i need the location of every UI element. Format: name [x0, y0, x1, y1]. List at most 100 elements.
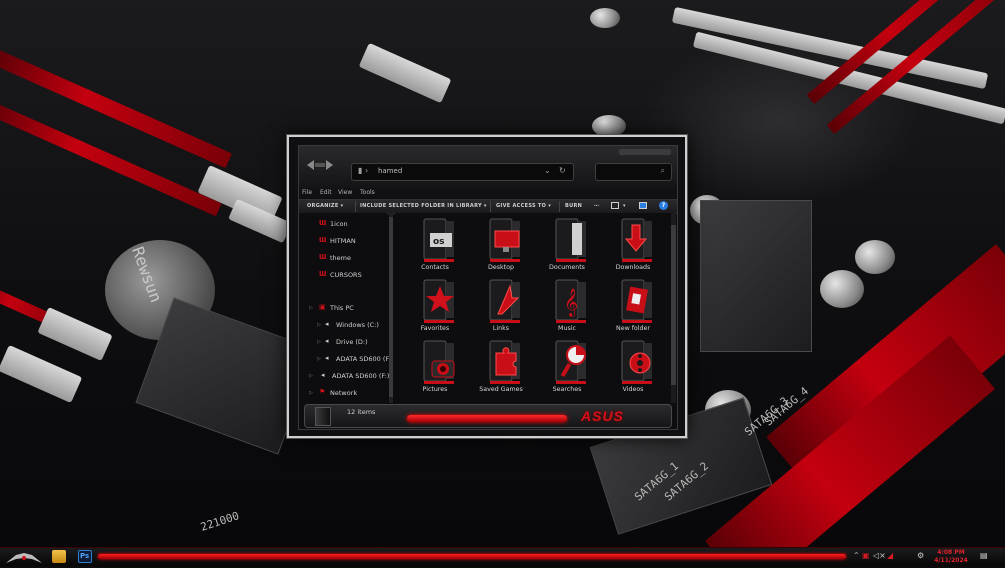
drive-icon: ◂: [325, 337, 329, 345]
explorer-window[interactable]: ▮ › hamed ⌄ ↻ ⌕ File Edit View Tools ORG…: [287, 135, 687, 438]
command-bar: ORGANIZE ▾ INCLUDE SELECTED FOLDER IN LI…: [299, 199, 677, 214]
navigation-arrows-icon: [307, 160, 333, 170]
favorites-folder-icon: [423, 279, 454, 323]
include-in-library-button[interactable]: INCLUDE SELECTED FOLDER IN LIBRARY ▾: [360, 203, 487, 209]
back-forward-buttons[interactable]: [305, 158, 335, 172]
folder-music[interactable]: 𝄞 Music: [537, 276, 597, 336]
svg-text:𝄞: 𝄞: [564, 288, 578, 317]
organize-button[interactable]: ORGANIZE ▾: [307, 203, 343, 209]
taskbar-clock[interactable]: 4:08 PM 4/11/2024: [930, 549, 972, 565]
search-icon: ⌕: [660, 166, 665, 175]
folder-label: Videos: [622, 386, 644, 393]
separator: [355, 201, 356, 212]
refresh-icon[interactable]: ↻: [559, 166, 566, 175]
window-controls[interactable]: [619, 149, 671, 155]
view-dropdown-icon[interactable]: ▾: [623, 203, 626, 209]
show-hidden-icons[interactable]: ⌃: [853, 551, 860, 560]
nav-item-label: HITMAN: [330, 237, 356, 245]
photoshop-label: Ps: [80, 552, 90, 560]
content-scrollbar-thumb[interactable]: [671, 225, 676, 385]
expand-arrow-icon[interactable]: ▷: [309, 390, 313, 396]
content-scrollbar[interactable]: [671, 213, 676, 403]
wallpaper-chip-label: 221000: [198, 509, 241, 534]
folder-label: Saved Games: [479, 386, 523, 393]
wallpaper-capacitor: [592, 115, 626, 137]
start-button[interactable]: [2, 549, 46, 565]
menu-file[interactable]: File: [302, 189, 312, 196]
nav-scrollbar-thumb[interactable]: [389, 217, 393, 397]
nav-item-label: ADATA SD600 (F:): [336, 355, 394, 363]
links-folder-icon: [489, 279, 520, 323]
folder-contacts[interactable]: os Contacts: [405, 215, 465, 275]
nav-item-label: Drive (D:): [336, 338, 368, 346]
notification-center-icon[interactable]: ▤: [980, 551, 990, 561]
more-options-icon[interactable]: ⋯: [594, 203, 599, 209]
expand-arrow-icon[interactable]: ▷: [309, 373, 313, 379]
preview-pane-icon[interactable]: [639, 202, 647, 209]
give-access-button[interactable]: GIVE ACCESS TO ▾: [496, 203, 551, 209]
folder-label: Favorites: [420, 325, 450, 332]
help-icon[interactable]: ?: [659, 201, 668, 210]
folder-favorites[interactable]: Favorites: [405, 276, 465, 336]
menu-view[interactable]: View: [338, 189, 352, 196]
nav-scrollbar[interactable]: [389, 213, 393, 403]
wallpaper-capacitor: [590, 8, 620, 28]
folder-label: New folder: [615, 325, 650, 332]
settings-tray-icon[interactable]: ⚙: [917, 551, 924, 560]
folder-links[interactable]: Links: [471, 276, 531, 336]
wallpaper-slot-latch: [0, 344, 83, 404]
burn-button[interactable]: BURN: [565, 203, 582, 209]
contacts-folder-icon: os: [423, 218, 454, 262]
view-mode-icon[interactable]: [611, 202, 619, 209]
expand-arrow-icon[interactable]: ▷: [317, 339, 321, 345]
folder-searches[interactable]: Searches: [537, 337, 597, 397]
folder-downloads[interactable]: Downloads: [603, 215, 663, 275]
expand-arrow-icon[interactable]: ▷: [317, 322, 321, 328]
folder-label: Downloads: [615, 264, 651, 271]
wallpaper-slot-latch: [37, 306, 113, 362]
folder-icon: Ɯ: [319, 270, 327, 278]
wallpaper-capacitor: [855, 240, 895, 274]
organize-label: ORGANIZE: [307, 203, 339, 209]
folder-saved-games[interactable]: Saved Games: [471, 337, 531, 397]
details-pane: 12 items ASUS: [304, 404, 672, 428]
nav-item-label: theme: [330, 254, 351, 262]
folder-thumbnail: [315, 407, 331, 426]
nav-item-label: Windows (C:): [336, 321, 379, 329]
usb-drive-icon: ◂: [325, 354, 329, 362]
wallpaper-cpu-socket: [700, 200, 812, 352]
asus-logo: ASUS: [581, 408, 624, 424]
folder-pictures[interactable]: Pictures: [405, 337, 465, 397]
menu-edit[interactable]: Edit: [320, 189, 332, 196]
folder-desktop[interactable]: Desktop: [471, 215, 531, 275]
folder-icon: Ɯ: [319, 253, 327, 261]
folder-new-folder[interactable]: New folder: [603, 276, 663, 336]
menu-tools[interactable]: Tools: [360, 189, 375, 196]
network-tray-icon[interactable]: ▣: [862, 551, 870, 560]
expand-arrow-icon[interactable]: ▷: [309, 305, 313, 311]
taskbar: Ps ⌃ ▣ ◁× ◢ ⚙ 4:08 PM 4/11/2024 ▤: [0, 547, 1005, 566]
photoshop-taskbar-button[interactable]: Ps: [78, 550, 92, 563]
folder-videos[interactable]: Videos: [603, 337, 663, 397]
taskbar-red-glow: [98, 554, 846, 559]
search-box[interactable]: ⌕: [595, 163, 672, 181]
separator: [559, 201, 560, 212]
menu-bar: File Edit View Tools: [299, 188, 677, 198]
title-bar[interactable]: ▮ › hamed ⌄ ↻ ⌕: [299, 146, 677, 188]
network-icon: ⚑: [319, 388, 326, 396]
file-explorer-taskbar-button[interactable]: [52, 550, 66, 563]
nav-item-label: 1icon: [330, 220, 348, 228]
folder-label: Music: [558, 325, 576, 332]
expand-arrow-icon[interactable]: ▷: [317, 356, 321, 362]
wallpaper-pcie-slot: [0, 47, 233, 169]
usb-drive-icon: ◂: [321, 371, 325, 379]
folder-documents[interactable]: Documents: [537, 215, 597, 275]
documents-folder-icon: [555, 218, 586, 262]
chevron-down-icon[interactable]: ⌄: [544, 166, 551, 175]
folder-label: Documents: [549, 264, 585, 271]
wifi-tray-icon[interactable]: ◢: [887, 551, 893, 560]
svg-text:os: os: [433, 237, 445, 247]
item-count: 12 items: [347, 408, 376, 416]
address-bar[interactable]: ▮ › hamed ⌄ ↻: [351, 163, 574, 181]
volume-tray-icon[interactable]: ◁×: [873, 551, 886, 560]
